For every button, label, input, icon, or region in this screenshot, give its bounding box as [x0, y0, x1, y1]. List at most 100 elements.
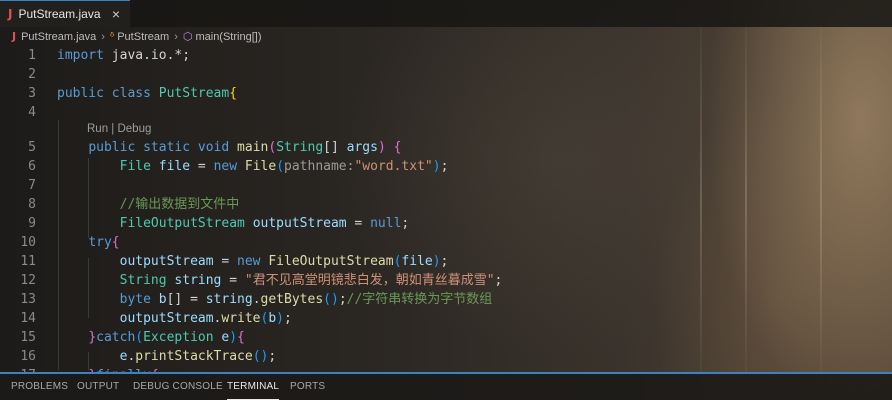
code-token: = [213, 254, 238, 269]
code-text: File file = new File(pathname:"word.txt"… [57, 157, 449, 176]
code-token: . [252, 292, 261, 307]
panel-tab-ports[interactable]: PORTS [290, 374, 325, 400]
code-token: getBytes [260, 292, 324, 307]
method-icon: ⬡ [182, 30, 193, 43]
code-token: ; [401, 216, 410, 231]
code-line[interactable]: 12 String string = "君不见高堂明镜悲白发，朝如青丝暮成雪"; [0, 271, 892, 290]
line-number: 10 [20, 235, 36, 250]
close-icon[interactable]: × [112, 6, 120, 22]
code-token: } [88, 330, 97, 345]
code-token: = [346, 216, 371, 231]
code-token: printStackTrace [135, 349, 253, 364]
code-line[interactable]: 16 e.printStackTrace(); [0, 347, 892, 366]
code-token: [] [323, 140, 347, 155]
code-token: b [268, 311, 277, 326]
chevron-right-icon: › [174, 30, 178, 43]
code-line[interactable]: 15 }catch(Exception e){ [0, 328, 892, 347]
code-line[interactable]: 9 FileOutputStream outputStream = null; [0, 214, 892, 233]
code-token: outputStream [119, 311, 214, 326]
code-token: ; [440, 159, 449, 174]
code-token: ; [268, 349, 277, 364]
code-line[interactable]: 13 byte b[] = string.getBytes();//字符串转换为… [0, 290, 892, 309]
code-token: outputStream [119, 254, 214, 269]
code-token: try [88, 235, 112, 250]
code-line[interactable]: 7 [0, 176, 892, 195]
code-token: FileOutputStream [119, 216, 245, 231]
code-token: file [401, 254, 433, 269]
code-token: ) [276, 311, 284, 326]
run-debug-code-lens[interactable]: Run | Debug [87, 120, 151, 139]
code-token: outputStream [252, 216, 347, 231]
code-token: new [213, 159, 238, 174]
code-token: ; [494, 273, 503, 288]
breadcrumb-class[interactable]: PutStream [117, 31, 169, 43]
breadcrumb-file[interactable]: PutStream.java [21, 31, 96, 43]
code-token: ( [268, 140, 277, 155]
code-line[interactable]: 6 File file = new File(pathname:"word.tx… [0, 157, 892, 176]
line-number: 11 [20, 254, 36, 269]
code-token: args [346, 140, 378, 155]
class-icon: ᵟ [109, 30, 115, 43]
code-token: ( [276, 159, 285, 174]
code-token: ) [432, 159, 441, 174]
code-token: string [205, 292, 253, 307]
code-token: write [221, 311, 261, 326]
code-text: }catch(Exception e){ [57, 328, 245, 347]
panel-tab-output[interactable]: OUTPUT [77, 374, 119, 400]
code-token: = [190, 159, 214, 174]
code-token: ; [440, 254, 449, 269]
code-token: catch [96, 330, 136, 345]
code-text: outputStream.write(b); [57, 309, 292, 328]
code-line[interactable]: 8 //输出数据到文件中 [0, 195, 892, 214]
code-line[interactable]: 14 outputStream.write(b); [0, 309, 892, 328]
code-text: String string = "君不见高堂明镜悲白发，朝如青丝暮成雪"; [57, 271, 503, 290]
code-text: byte b[] = string.getBytes();//字符串转换为字节数… [57, 290, 493, 309]
line-number: 13 [20, 292, 36, 307]
code-line[interactable]: 3 public class PutStream{ [0, 84, 892, 103]
code-text: public static void main(String[] args) { [57, 138, 401, 157]
code-token: String [119, 273, 167, 288]
code-line[interactable]: 2 [0, 65, 892, 84]
code-line[interactable]: 5 public static void main(String[] args)… [0, 138, 892, 157]
panel-tab-debug-console[interactable]: DEBUG CONSOLE [133, 374, 223, 400]
line-number: 4 [28, 105, 36, 120]
chevron-right-icon: › [101, 30, 105, 43]
code-line[interactable]: 11 outputStream = new FileOutputStream(f… [0, 252, 892, 271]
code-line[interactable]: 10 try{ [0, 233, 892, 252]
code-token: { [237, 330, 245, 345]
code-editor[interactable]: 1 import java.io.*; 2 3 public class PutStre… [0, 46, 892, 372]
line-number: 14 [20, 311, 36, 326]
editor-tab-putstream[interactable]: J PutStream.java × [0, 0, 130, 27]
line-number: 6 [28, 159, 36, 174]
code-token: "君不见高堂明镜悲白发，朝如青丝暮成雪" [244, 273, 495, 288]
panel-tab-problems[interactable]: PROBLEMS [11, 374, 68, 400]
line-number: 2 [28, 67, 36, 82]
line-number: 7 [28, 178, 36, 193]
line-number: 15 [20, 330, 36, 345]
code-text: outputStream = new FileOutputStream(file… [57, 252, 449, 271]
panel-tab-bar: PROBLEMS OUTPUT DEBUG CONSOLE TERMINAL PORTS [0, 372, 892, 400]
code-line[interactable]: 1 import java.io.*; [0, 46, 892, 65]
code-token: Exception [143, 330, 214, 345]
code-token: String [276, 140, 324, 155]
breadcrumb-method[interactable]: main(String[]) [195, 31, 261, 43]
code-token: { [393, 140, 402, 155]
line-number: 16 [20, 349, 36, 364]
code-token: b [158, 292, 167, 307]
code-token: ) [377, 140, 386, 155]
code-token: new [237, 254, 261, 269]
panel-tab-terminal[interactable]: TERMINAL [227, 374, 280, 400]
